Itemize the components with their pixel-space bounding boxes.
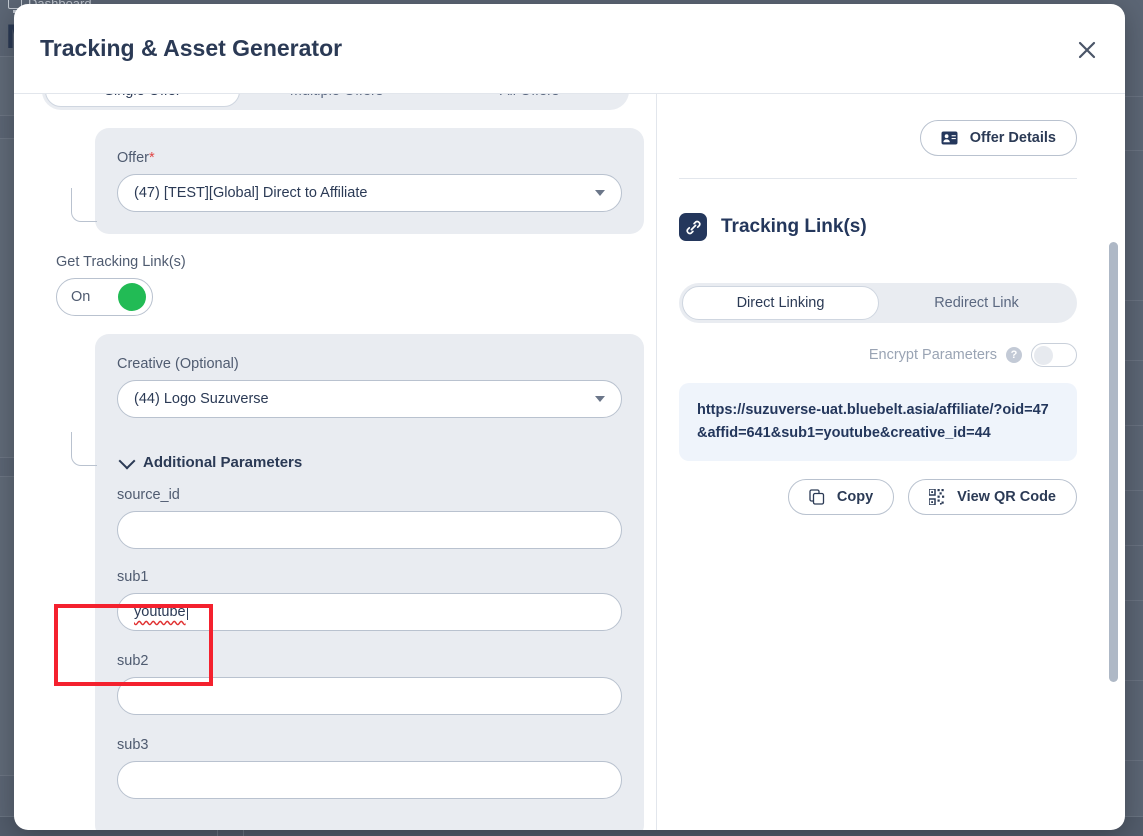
branch-connector: [71, 188, 97, 222]
tab-direct-linking[interactable]: Direct Linking: [682, 286, 879, 320]
copy-icon: [809, 489, 825, 505]
offer-panel: Offer* (47) [TEST][Global] Direct to Aff…: [95, 128, 644, 234]
close-button[interactable]: [1071, 34, 1103, 66]
sub1-input[interactable]: youtube: [117, 593, 622, 631]
modal-title: Tracking & Asset Generator: [40, 35, 342, 62]
sub3-input[interactable]: [117, 761, 622, 799]
offer-select[interactable]: (47) [TEST][Global] Direct to Affiliate: [117, 174, 622, 212]
tracking-url-box[interactable]: https://suzuverse-uat.bluebelt.asia/affi…: [679, 383, 1077, 461]
divider: [679, 178, 1077, 179]
tracking-links-title: Tracking Link(s): [721, 216, 867, 238]
toggle-state-text: On: [71, 289, 118, 305]
input-value: youtube: [134, 604, 186, 620]
tracking-toggle-label: Get Tracking Link(s): [56, 254, 657, 270]
param-label: sub2: [117, 653, 622, 669]
qr-code-icon: [929, 489, 945, 505]
source-id-input[interactable]: [117, 511, 622, 549]
sub2-input[interactable]: [117, 677, 622, 715]
branch-connector: [71, 432, 97, 466]
offer-mode-tabs: Single Offer Multiple Offers All Offers: [42, 94, 629, 110]
left-form-column: Single Offer Multiple Offers All Offers …: [14, 94, 657, 830]
modal-body: Single Offer Multiple Offers All Offers …: [14, 94, 1125, 830]
additional-parameters-title: Additional Parameters: [143, 454, 302, 471]
chevron-down-icon: [119, 452, 136, 469]
param-label: sub1: [117, 569, 622, 585]
tab-single-offer[interactable]: Single Offer: [45, 94, 240, 107]
right-preview-column: Offer Details Tracking Link(s) Direct Li…: [657, 94, 1125, 830]
creative-label: Creative (Optional): [117, 356, 622, 372]
param-sub2: sub2: [117, 653, 622, 715]
view-qr-label: View QR Code: [957, 489, 1056, 505]
tab-all-offers[interactable]: All Offers: [433, 94, 626, 107]
modal-vertical-scrollbar[interactable]: [1109, 186, 1121, 830]
param-sub3: sub3: [117, 737, 622, 799]
scrollbar-thumb[interactable]: [1109, 242, 1118, 682]
copy-label: Copy: [837, 489, 873, 505]
contact-card-icon: [941, 131, 958, 145]
tracking-links-header: Tracking Link(s): [679, 213, 1095, 241]
param-source-id: source_id: [117, 487, 622, 549]
copy-button[interactable]: Copy: [788, 479, 894, 515]
param-sub1: sub1 youtube: [117, 569, 622, 631]
tab-redirect-link[interactable]: Redirect Link: [879, 286, 1074, 320]
offer-details-button[interactable]: Offer Details: [920, 120, 1077, 156]
param-label: sub3: [117, 737, 622, 753]
offer-label: Offer*: [117, 150, 622, 166]
additional-parameters-toggle[interactable]: Additional Parameters: [117, 454, 622, 471]
chevron-down-icon: [595, 396, 605, 402]
question-mark-icon[interactable]: ?: [1006, 347, 1022, 363]
close-icon: [1077, 40, 1097, 60]
encrypt-parameters-row: Encrypt Parameters ?: [679, 343, 1077, 367]
param-label: source_id: [117, 487, 622, 503]
chain-link-icon: [679, 213, 707, 241]
tracking-asset-generator-modal: Tracking & Asset Generator Single Offer …: [14, 4, 1125, 830]
encrypt-parameters-switch[interactable]: [1031, 343, 1077, 367]
view-qr-code-button[interactable]: View QR Code: [908, 479, 1077, 515]
link-type-tabs: Direct Linking Redirect Link: [679, 283, 1077, 323]
text-cursor: [187, 604, 188, 620]
url-action-buttons: Copy: [679, 479, 1077, 515]
encrypt-parameters-label: Encrypt Parameters: [869, 347, 997, 363]
tab-multiple-offers[interactable]: Multiple Offers: [240, 94, 433, 107]
offer-details-row: Offer Details: [679, 120, 1095, 156]
get-tracking-link-toggle[interactable]: On: [56, 278, 153, 316]
offer-details-label: Offer Details: [970, 130, 1056, 146]
creative-select[interactable]: (44) Logo Suzuverse: [117, 380, 622, 418]
chevron-down-icon: [595, 190, 605, 196]
modal-header: Tracking & Asset Generator: [14, 4, 1125, 94]
creative-select-value: (44) Logo Suzuverse: [134, 391, 595, 407]
creative-panel: Creative (Optional) (44) Logo Suzuverse …: [95, 334, 644, 830]
toggle-knob: [118, 283, 146, 311]
switch-knob: [1034, 346, 1053, 365]
required-marker: *: [149, 150, 155, 166]
offer-select-value: (47) [TEST][Global] Direct to Affiliate: [134, 185, 595, 201]
